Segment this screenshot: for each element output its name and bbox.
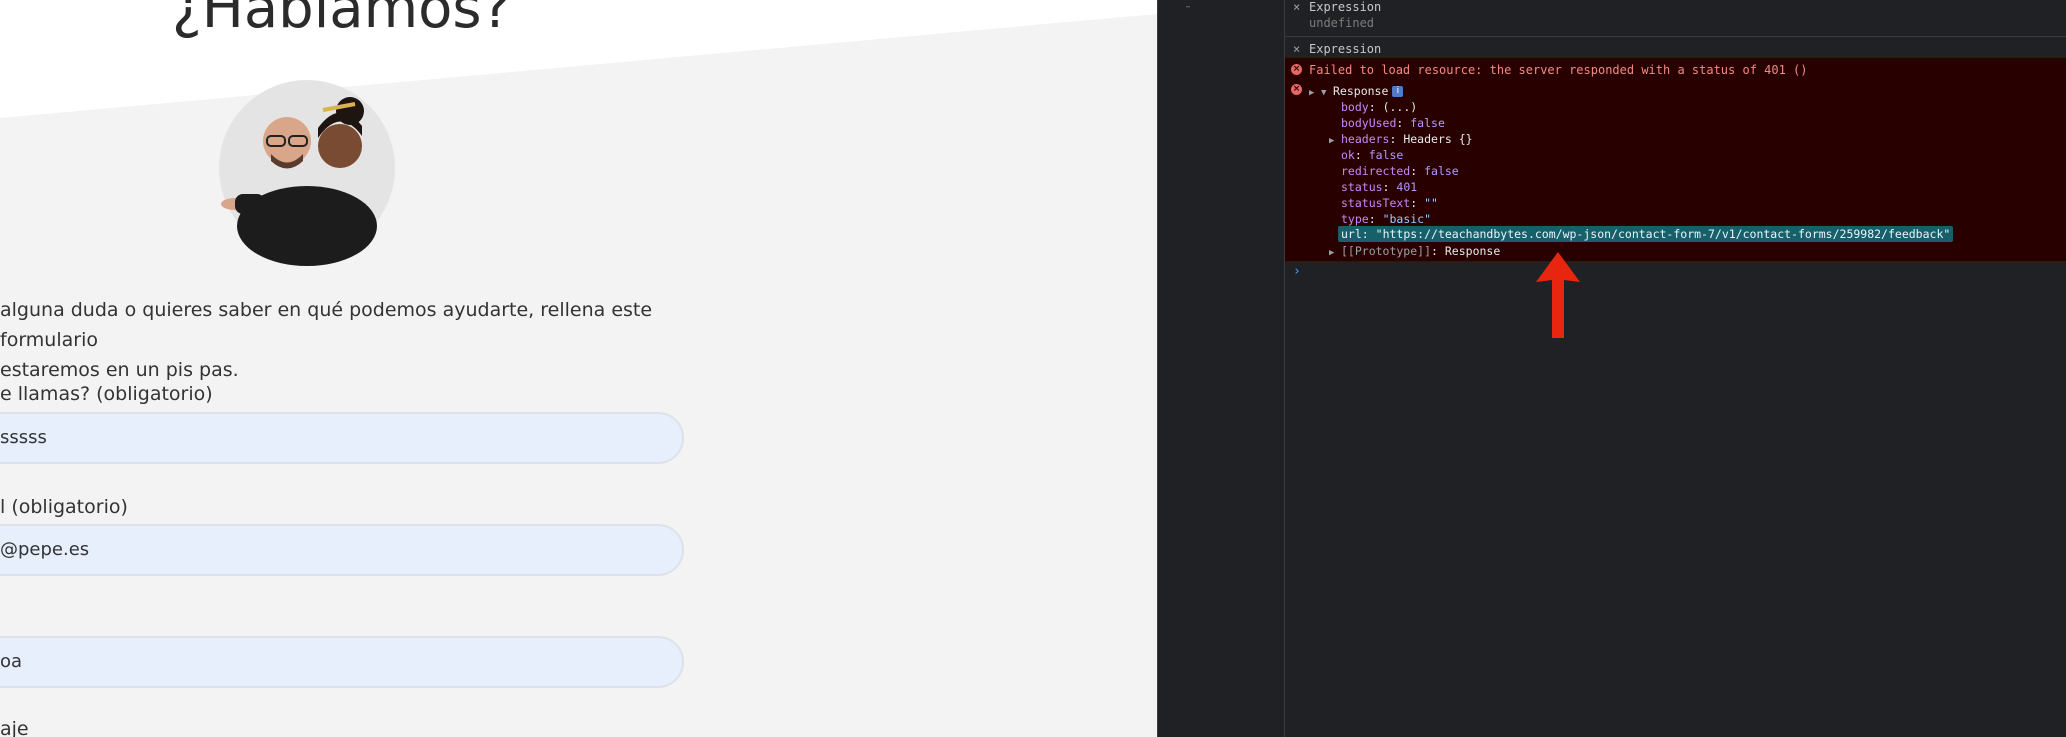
prop-value: false [1424, 164, 1459, 178]
prop-key: status [1341, 180, 1383, 194]
message-label: aje [0, 718, 29, 737]
prop-status: status: 401 [1341, 180, 1418, 194]
name-label: e llamas? (obligatorio) [0, 383, 213, 405]
prop-key: headers [1341, 132, 1390, 146]
prop-value: false [1368, 148, 1404, 162]
prop-url[interactable]: url: "https://teachandbytes.com/wp-json/… [1338, 226, 1954, 242]
expand-triangle-icon[interactable]: ▶ [1329, 248, 1341, 258]
intro-line-2: estaremos en un pis pas. [0, 359, 239, 381]
web-page: ¿Hablamos? alguna duda o quieres saber e… [0, 0, 1157, 737]
expression-name[interactable]: Expression [1309, 0, 1381, 14]
prop-value: "" [1424, 196, 1438, 210]
prop-key: body [1341, 100, 1369, 114]
prop-key: redirected [1341, 164, 1411, 178]
email-input-value: @pepe.es [0, 539, 90, 560]
expand-triangle-icon[interactable]: ▶ [1329, 136, 1341, 146]
prop-key: ok [1341, 148, 1355, 162]
prop-key: bodyUsed [1341, 116, 1397, 130]
prop-key: statusText [1341, 196, 1411, 210]
console-prompt[interactable]: › [1293, 264, 1301, 279]
divider [1285, 36, 2066, 37]
live-expression: × Expression undefined [1285, 0, 2066, 34]
devtools-sidebar: ˷ [1158, 0, 1285, 737]
prop-value: "basic" [1382, 212, 1432, 226]
expression-name[interactable]: Expression [1309, 42, 1381, 56]
prop-key: [[Prototype]] [1341, 244, 1432, 258]
live-expression: × Expression [1285, 42, 2066, 56]
prop-value: false [1410, 116, 1445, 130]
prop-value: (...) [1382, 100, 1418, 114]
console-error-block: × Failed to load resource: the server re… [1285, 57, 2066, 262]
prop-value: Response [1444, 244, 1501, 258]
page-title: ¿Hablamos? [172, 0, 512, 41]
team-avatar-image [205, 76, 405, 266]
subject-input[interactable]: oa [0, 636, 684, 688]
collapse-triangle-icon[interactable]: ▼ [1321, 88, 1333, 98]
prop-value: Headers {} [1403, 132, 1473, 146]
response-type-name: Response [1333, 84, 1389, 98]
name-input-value: sssss [0, 427, 47, 448]
prop-headers[interactable]: ▶ headers: Headers {} [1329, 132, 1473, 146]
error-icon: × [1291, 64, 1302, 75]
email-label: l (obligatorio) [0, 496, 128, 518]
name-input[interactable]: sssss [0, 412, 684, 464]
error-message: Failed to load resource: the server resp… [1309, 63, 1808, 77]
intro-text: alguna duda o quieres saber en qué podem… [0, 295, 700, 385]
prop-key: url [1341, 227, 1362, 241]
sidebar-mark: ˷ [1186, 0, 1194, 8]
prop-redirected: redirected: false [1341, 164, 1459, 178]
highlighted-url[interactable]: url: "https://teachandbytes.com/wp-json/… [1338, 226, 1954, 242]
prop-type: type: "basic" [1341, 212, 1432, 226]
annotation-arrow [1530, 250, 1586, 340]
prop-prototype[interactable]: ▶ [[Prototype]]: Response [1329, 244, 1500, 258]
prop-key: type [1341, 212, 1369, 226]
error-icon: × [1291, 84, 1302, 95]
prop-value: 401 [1396, 180, 1418, 194]
response-object-header[interactable]: ▶ ▼ Response i [1309, 84, 1404, 98]
email-input[interactable]: @pepe.es [0, 524, 684, 576]
prop-value[interactable]: "https://teachandbytes.com/wp-json/conta… [1376, 227, 1951, 241]
prop-bodyUsed: bodyUsed: false [1341, 116, 1445, 130]
console-pane: × Expression undefined × Expression × Fa… [1285, 0, 2066, 737]
expand-triangle-icon[interactable]: ▶ [1309, 88, 1321, 98]
prop-body[interactable]: body: (...) [1341, 100, 1417, 114]
close-icon[interactable]: × [1293, 0, 1300, 14]
close-icon[interactable]: × [1293, 42, 1300, 56]
devtools-panel: ˷ × Expression undefined × Expression × … [1157, 0, 2066, 737]
subject-input-value: oa [0, 651, 23, 672]
prop-ok: ok: false [1341, 148, 1404, 162]
info-badge-icon[interactable]: i [1392, 86, 1404, 97]
intro-line-1: alguna duda o quieres saber en qué podem… [0, 299, 653, 351]
expression-value: undefined [1309, 16, 1375, 30]
prop-statusText: statusText: "" [1341, 196, 1438, 210]
